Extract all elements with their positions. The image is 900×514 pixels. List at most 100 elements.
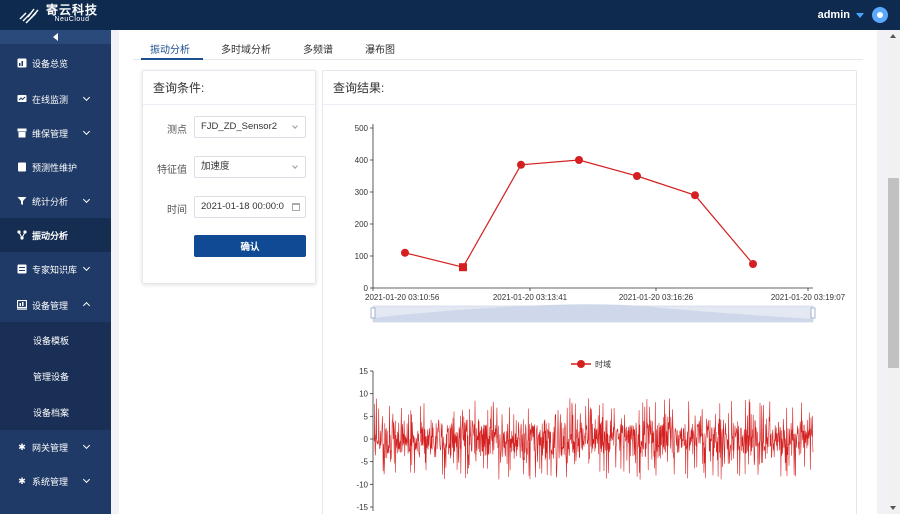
tab-multi-spectrum[interactable]: 多频谱 [303,41,333,56]
y-tick-label: 400 [355,156,369,165]
logo[interactable]: 寄云科技 NeuCloud [18,3,99,25]
legend-marker [577,360,585,368]
submenu-item-manage-devices[interactable]: 管理设备 [0,358,111,394]
sidebar-item-knowledge[interactable]: 专家知识库 [0,252,111,286]
gear-icon: ✱ [18,475,26,486]
y-tick-label: -10 [356,480,368,489]
y-tick-label: -15 [356,503,368,512]
sidebar-item-vibration[interactable]: 振动分析 [0,218,111,252]
sidebar-item-label: 预测性维护 [32,162,78,173]
knowledge-icon [17,264,27,274]
user-icon [877,12,883,18]
time-row: 时间 2021-01-18 00:00:0 [143,196,317,218]
y-tick-label: 5 [364,412,369,421]
sidebar-item-statistics[interactable]: 统计分析 [0,184,111,218]
y-tick-label: 500 [355,124,369,133]
x-tick-label: 2021-01-20 03:19:07 [771,293,846,302]
y-tick-label: 300 [355,188,369,197]
time-picker[interactable]: 2021-01-18 00:00:0 [194,196,306,218]
data-point [459,263,467,272]
feature-label: 特征值 [157,165,187,176]
sidebar-item-overview[interactable]: 设备总览 [0,46,111,80]
y-tick-label: 0 [364,284,369,293]
filter-icon [17,196,27,206]
data-point [749,260,757,268]
query-title: 查询条件: [143,71,315,105]
measure-point-select[interactable]: FJD_ZD_Sensor2 [194,116,306,138]
chevron-up-icon [82,301,91,310]
sidebar-item-label: 专家知识库 [32,264,78,275]
scroll-down-arrow-icon[interactable] [890,506,896,510]
active-tab-indicator [141,58,203,60]
chevron-down-icon [82,263,91,272]
time-value: 2021-01-18 00:00:0 [201,201,284,212]
sidebar-item-maintenance[interactable]: 维保管理 [0,116,111,150]
chevron-down-icon [82,127,91,136]
feature-select[interactable]: 加速度 [194,156,306,178]
sidebar-item-label: 在线监测 [32,94,69,105]
scroll-up-arrow-icon[interactable] [890,34,896,38]
legend-label: 时域 [595,359,611,369]
sidebar-item-monitoring[interactable]: 在线监测 [0,82,111,116]
sidebar-item-gateway[interactable]: ✱ 网关管理 [0,430,111,464]
sidebar-item-device-management[interactable]: 设备管理 [0,288,111,322]
device-icon [17,300,27,310]
maintenance-icon [17,128,27,138]
dashboard-icon [17,58,27,68]
gear-icon: ✱ [18,441,26,452]
x-tick-label: 2021-01-20 03:16:26 [619,293,694,302]
avatar[interactable] [872,7,888,23]
result-title: 查询结果: [323,71,856,105]
sidebar-collapse-button[interactable] [0,30,111,44]
calendar-icon [292,203,300,211]
chevron-down-icon [82,441,91,450]
query-card: 查询条件: 测点 FJD_ZD_Sensor2 特征值 加速度 时间 2021-… [142,70,316,284]
submenu-item-device-archive[interactable]: 设备档案 [0,394,111,430]
sidebar-item-label: 设备总览 [32,58,69,69]
y-tick-label: 100 [355,252,369,261]
sidebar-item-label: 设备管理 [32,300,69,311]
measure-point-label: 测点 [167,125,187,136]
sidebar: 设备总览 在线监测 维保管理 预测性维护 统计分析 振动分析 专家知识库 设备管… [0,30,111,514]
sidebar-item-system[interactable]: ✱ 系统管理 [0,464,111,498]
feature-value: 加速度 [201,161,230,172]
data-point [633,172,641,180]
analysis-tabs: 振动分析 多时域分析 多频谱 瀑布图 [133,38,863,60]
series-line [404,159,754,268]
sidebar-item-label: 振动分析 [32,230,69,241]
confirm-button[interactable]: 确认 [194,235,306,257]
tab-vibration-analysis[interactable]: 振动分析 [150,41,190,56]
y-tick-label: 15 [359,367,368,376]
sidebar-item-label: 系统管理 [32,476,69,487]
user-menu[interactable]: admin [818,0,888,30]
sidebar-item-predictive[interactable]: 预测性维护 [0,150,111,184]
zoom-handle-left [370,307,376,319]
measure-point-row: 测点 FJD_ZD_Sensor2 [143,116,317,138]
page-scrollbar[interactable] [887,30,900,514]
data-point [691,191,699,200]
chevron-left-icon [53,33,58,41]
x-tick-label: 2021-01-20 03:13:41 [493,293,568,302]
x-tick-label: 2021-01-20 03:10:56 [365,293,440,302]
submenu-item-device-template[interactable]: 设备模板 [0,322,111,358]
neucloud-logo-icon [19,8,39,24]
result-charts: 0 100 200 300 400 500 2021-01-20 03:10:56 2021-… [355,124,846,512]
vibration-icon [17,230,27,240]
time-domain-waveform [373,398,814,480]
chevron-down-icon [82,195,91,204]
measure-point-value: FJD_ZD_Sensor2 [201,121,278,132]
feature-row: 特征值 加速度 [143,156,317,178]
data-point [401,248,409,257]
y-tick-label: -5 [361,458,369,467]
brand-name: 寄云科技 [46,3,99,17]
predictive-icon [17,162,27,172]
tab-multi-time-domain[interactable]: 多时域分析 [221,41,271,56]
tab-waterfall[interactable]: 瀑布图 [365,41,395,56]
chevron-down-icon [292,163,298,169]
scrollbar-thumb[interactable] [888,178,899,368]
data-point [575,156,583,164]
sidebar-item-label: 维保管理 [32,128,69,139]
y-tick-label: 200 [355,220,369,229]
sidebar-item-label: 网关管理 [32,442,69,453]
chevron-down-icon [82,475,91,484]
